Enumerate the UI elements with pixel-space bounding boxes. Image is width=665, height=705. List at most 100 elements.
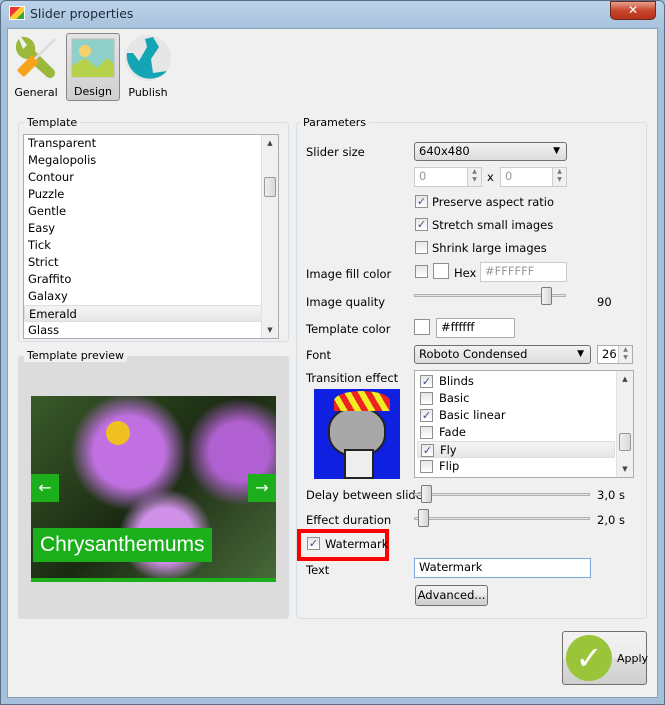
template-list-item[interactable]: Megalopolis (24, 152, 262, 169)
font-value: Roboto Condensed (419, 347, 528, 361)
template-list-item[interactable]: Strict (24, 254, 262, 271)
transition-item[interactable]: ✓ Basic linear (417, 407, 615, 424)
image-fill-checkbox[interactable] (415, 265, 428, 278)
width-input[interactable]: 0 ▲ ▼ (414, 167, 482, 187)
apply-button[interactable]: ✓ Apply (562, 631, 649, 685)
template-list-item[interactable]: Gentle (24, 203, 262, 220)
transition-item[interactable]: Flip (417, 458, 615, 475)
height-value: 0 (505, 169, 513, 183)
template-list-item[interactable]: Transparent (24, 135, 262, 152)
transition-label: Transition effect (306, 371, 399, 385)
slider-size-value: 640x480 (419, 144, 470, 158)
delay-label: Delay between slides (306, 488, 429, 502)
height-input[interactable]: 0 ▲ ▼ (500, 167, 567, 187)
shrink-large-label: Shrink large images (432, 241, 547, 255)
preserve-aspect-checkbox[interactable]: ✓ (415, 195, 428, 208)
scroll-thumb[interactable] (264, 177, 276, 197)
transition-item[interactable]: ✓ Blinds (417, 373, 615, 390)
template-list-item[interactable]: Tick (24, 237, 262, 254)
advanced-button[interactable]: Advanced... (415, 585, 488, 606)
template-list-item[interactable]: Contour (24, 169, 262, 186)
font-size-value: 26 (602, 347, 617, 361)
image-fill-hex-input[interactable]: #FFFFFF (480, 262, 567, 282)
transition-checkbox[interactable] (420, 392, 433, 405)
watermark-label: Watermark (325, 537, 389, 551)
duration-thumb[interactable] (418, 509, 429, 527)
width-spinner[interactable]: ▲ ▼ (467, 168, 481, 186)
transition-item-label: Flip (439, 459, 460, 473)
shrink-large-checkbox[interactable] (415, 241, 428, 254)
text-label: Text (306, 563, 330, 577)
preview-image: ← → Chrysanthemums (31, 396, 276, 582)
delay-track[interactable] (414, 493, 590, 496)
prev-arrow-button[interactable]: ← (31, 474, 59, 502)
transition-item[interactable]: Basic (417, 390, 615, 407)
duration-track[interactable] (414, 517, 590, 520)
scroll-up-icon[interactable]: ▲ (617, 375, 633, 383)
scroll-down-icon[interactable]: ▼ (617, 465, 633, 473)
width-value: 0 (419, 169, 427, 183)
toolbar-label: Publish (128, 86, 168, 99)
scroll-thumb[interactable] (619, 433, 631, 451)
transition-checkbox[interactable]: ✓ (421, 444, 434, 457)
transition-checkbox[interactable]: ✓ (420, 409, 433, 422)
toolbar-label: General (14, 86, 58, 99)
template-color-input[interactable]: #ffffff (436, 318, 515, 338)
transition-checkbox[interactable] (420, 426, 433, 439)
delay-thumb[interactable] (421, 485, 432, 503)
stretch-small-label: Stretch small images (432, 218, 554, 232)
font-label: Font (306, 348, 332, 362)
image-quality-thumb[interactable] (541, 287, 552, 305)
transition-item[interactable]: ✓ Fly (417, 441, 615, 458)
slider-size-select[interactable]: 640x480 ▼ (414, 142, 567, 161)
close-button[interactable]: ✕ (610, 1, 656, 20)
transition-checkbox[interactable] (420, 460, 433, 473)
wrench-screwdriver-icon (15, 36, 57, 78)
transition-list-scrollbar[interactable]: ▲ ▼ (616, 371, 633, 477)
template-list-item[interactable]: Graffito (24, 271, 262, 288)
duration-value: 2,0 s (597, 513, 625, 527)
toolbar-label: Design (74, 85, 112, 98)
preview-group-label: Template preview (24, 349, 128, 362)
transition-preview-image (314, 389, 400, 479)
chevron-down-icon: ▼ (553, 146, 560, 156)
height-spinner[interactable]: ▲ ▼ (552, 168, 566, 186)
template-list-scrollbar[interactable]: ▲ ▼ (261, 135, 278, 338)
transition-item[interactable]: Fade (417, 424, 615, 441)
checkmark-icon: ✓ (566, 635, 612, 681)
template-list[interactable]: Transparent Megalopolis Contour Puzzle Gentl… (23, 134, 279, 339)
toolbar-general[interactable]: General (10, 33, 62, 101)
template-list-item[interactable]: Galaxy (24, 288, 262, 305)
transition-checkbox[interactable]: ✓ (420, 375, 433, 388)
font-select[interactable]: Roboto Condensed ▼ (414, 345, 591, 364)
template-list-item[interactable]: Puzzle (24, 186, 262, 203)
font-size-input[interactable]: 26 ▲ ▼ (597, 345, 633, 364)
apply-label: Apply (617, 652, 649, 665)
font-size-spinner[interactable]: ▲ ▼ (618, 346, 632, 363)
next-arrow-button[interactable]: → (248, 474, 276, 502)
toolbar-design[interactable]: Design (66, 33, 120, 101)
globe-icon (125, 35, 171, 81)
image-quality-label: Image quality (306, 295, 386, 309)
stretch-small-checkbox[interactable]: ✓ (415, 218, 428, 231)
watermark-text-input[interactable]: Watermark (414, 558, 591, 578)
template-list-item[interactable]: Easy (24, 220, 262, 237)
template-color-swatch[interactable] (414, 319, 430, 335)
template-group-label: Template (24, 116, 81, 129)
picture-icon (71, 38, 115, 78)
scroll-up-icon[interactable]: ▲ (262, 139, 278, 147)
transition-list[interactable]: ✓ Blinds Basic ✓ Basic linear Fade ✓ Fly Flip ▲ … (414, 370, 634, 478)
transition-item-label: Basic (439, 391, 470, 405)
transition-item-label: Fade (439, 425, 466, 439)
duration-label: Effect duration (306, 513, 392, 527)
scroll-down-icon[interactable]: ▼ (262, 326, 278, 334)
template-list-item[interactable]: Emerald (24, 305, 262, 322)
slider-size-label: Slider size (306, 145, 365, 159)
watermark-checkbox[interactable]: ✓ (307, 537, 320, 550)
hex-label: Hex (454, 266, 477, 280)
toolbar-publish[interactable]: Publish (122, 33, 174, 101)
transition-item-label: Blinds (439, 374, 474, 388)
image-fill-swatch[interactable] (433, 263, 449, 279)
template-list-item[interactable]: Glass (24, 322, 262, 338)
progress-bar (31, 578, 276, 582)
